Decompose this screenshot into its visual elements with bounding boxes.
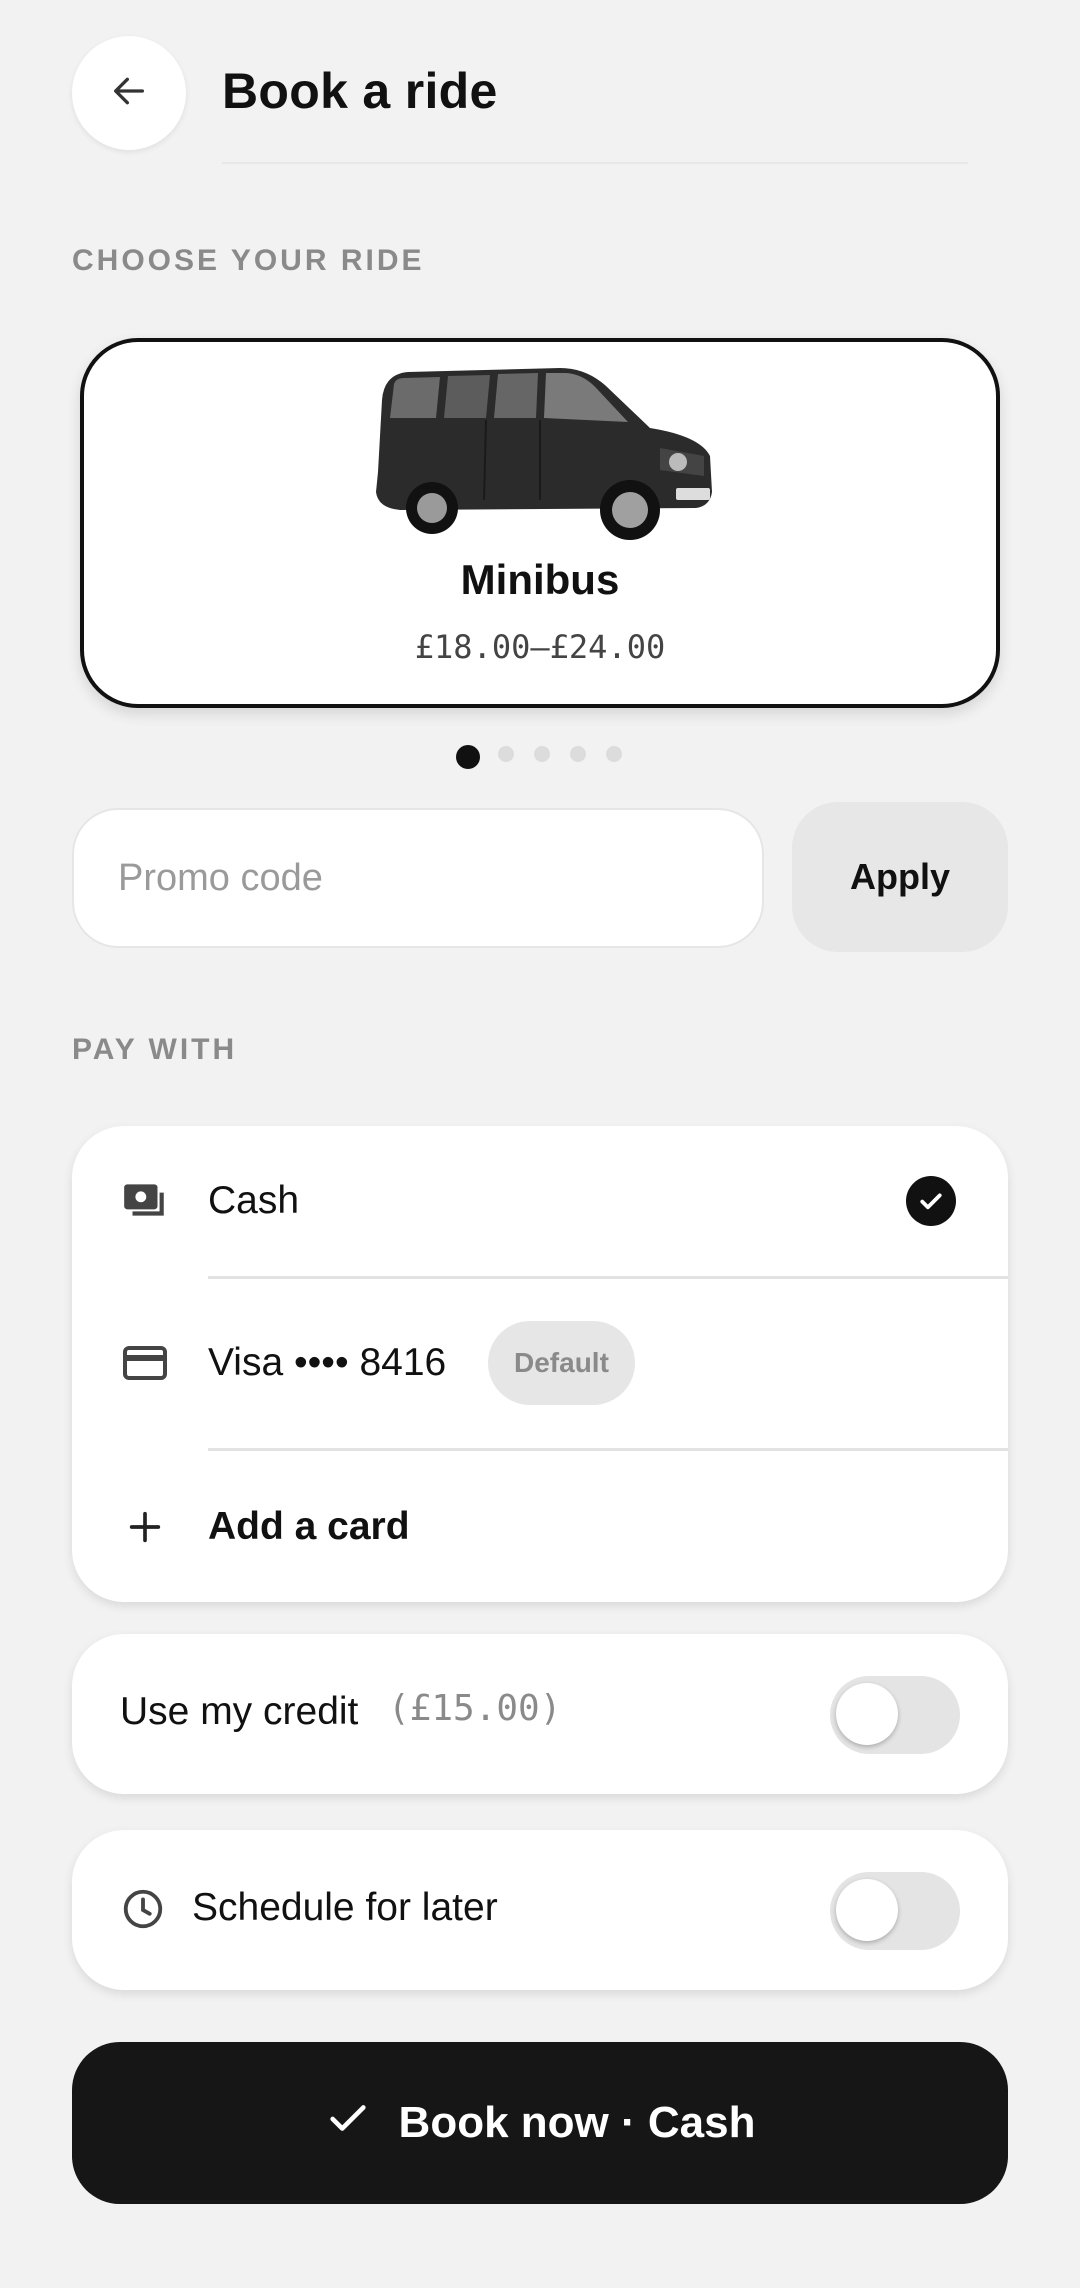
schedule-later-toggle[interactable]	[830, 1872, 960, 1950]
clock-icon	[120, 1886, 166, 1937]
minibus-image	[360, 360, 720, 550]
selected-check-icon	[906, 1176, 956, 1226]
add-card-label: Add a card	[208, 1504, 410, 1548]
pay-with-label: PAY WITH	[72, 1033, 238, 1066]
carousel-dot[interactable]	[570, 746, 586, 762]
schedule-later-card: Schedule for later	[72, 1830, 1008, 1990]
payment-methods-card: Cash Visa •••• 8416 Default Add a card	[72, 1126, 1008, 1602]
arrow-left-icon	[109, 71, 149, 116]
book-now-label: Book now · Cash	[398, 2098, 756, 2147]
book-now-button[interactable]: Book now · Cash	[72, 2042, 1008, 2204]
check-icon	[325, 2095, 371, 2152]
promo-code-input[interactable]	[72, 808, 764, 948]
ride-price: £18.00–£24.00	[414, 628, 666, 666]
payment-option-label: Cash	[208, 1179, 300, 1222]
carousel-dot-active[interactable]	[456, 745, 480, 769]
carousel-dot[interactable]	[606, 746, 622, 762]
back-button[interactable]	[72, 36, 186, 150]
payment-option-cash[interactable]: Cash	[72, 1126, 1008, 1276]
schedule-later-label: Schedule for later	[192, 1886, 498, 1929]
plus-icon	[120, 1502, 170, 1552]
add-card-button[interactable]: Add a card	[72, 1451, 1008, 1602]
ride-name: Minibus	[460, 556, 620, 603]
header-divider	[222, 162, 968, 164]
apply-button[interactable]: Apply	[792, 802, 1008, 952]
use-credit-toggle[interactable]	[830, 1676, 960, 1754]
choose-ride-label: CHOOSE YOUR RIDE	[72, 244, 425, 277]
credit-card-icon	[120, 1338, 170, 1388]
carousel-dot[interactable]	[498, 746, 514, 762]
credit-amount: (£15.00)	[388, 1688, 562, 1729]
carousel-dot[interactable]	[534, 746, 550, 762]
default-badge: Default	[488, 1321, 635, 1405]
use-credit-card: Use my credit (£15.00)	[72, 1634, 1008, 1794]
cash-icon	[120, 1176, 170, 1226]
payment-option-visa[interactable]: Visa •••• 8416 Default	[72, 1279, 1008, 1447]
use-credit-label: Use my credit	[120, 1690, 359, 1733]
page-title: Book a ride	[222, 63, 498, 119]
payment-option-label: Visa •••• 8416	[208, 1341, 447, 1384]
toggle-knob	[836, 1879, 898, 1941]
toggle-knob	[836, 1683, 898, 1745]
